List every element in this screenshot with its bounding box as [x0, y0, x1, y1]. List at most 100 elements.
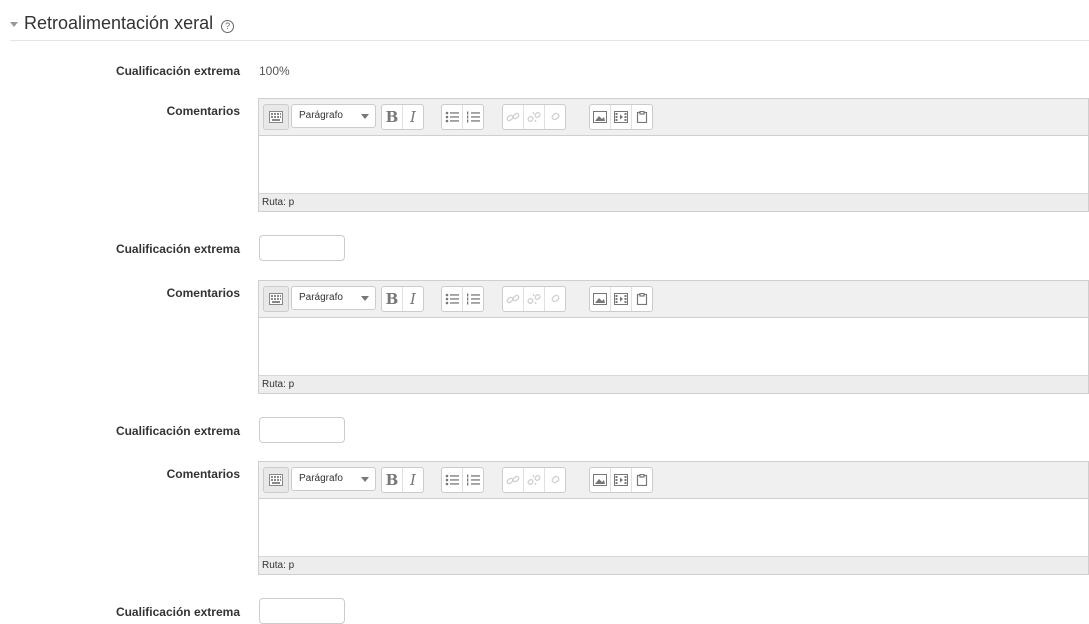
toolbar-toggle-button[interactable] [264, 105, 288, 129]
media-icon [614, 293, 628, 305]
bold-icon: B [385, 471, 399, 489]
feedback-label: Comentarios [166, 104, 240, 118]
editor-toolbar: Parágrafo B I [259, 462, 1088, 499]
link-icon [506, 112, 520, 122]
unordered-list-button[interactable] [442, 287, 463, 311]
media-icon [614, 111, 628, 123]
editor-path-bar: Ruta: p [259, 556, 1088, 574]
bold-icon: B [385, 108, 399, 126]
section-divider [10, 40, 1089, 41]
image-icon [593, 474, 607, 486]
feedback-editor[interactable]: Parágrafo B I Ruta: p [258, 461, 1089, 575]
paragraph-style-label: Parágrafo [299, 110, 343, 121]
insert-image-button[interactable] [590, 287, 611, 311]
anchor-button[interactable] [545, 287, 565, 311]
feedback-editor[interactable]: Parágrafo B I Ruta: p [258, 280, 1089, 394]
unlink-button[interactable] [524, 287, 545, 311]
editor-toolbar: Parágrafo B I [259, 99, 1088, 136]
insert-media-button[interactable] [611, 468, 632, 492]
italic-icon: I [410, 108, 416, 126]
clipboard-icon [636, 293, 648, 305]
link-button[interactable] [503, 287, 524, 311]
link-button[interactable] [503, 105, 524, 129]
image-icon [593, 293, 607, 305]
unlink-icon [527, 293, 541, 305]
toolbar-toggle-button[interactable] [264, 287, 288, 311]
insert-media-button[interactable] [611, 287, 632, 311]
media-icon [614, 474, 628, 486]
numbered-list-icon [467, 293, 480, 305]
italic-icon: I [410, 471, 416, 489]
paragraph-style-label: Parágrafo [299, 292, 343, 303]
grade-boundary-label: Cualificación extrema [115, 424, 240, 438]
manage-files-button[interactable] [632, 105, 652, 129]
feedback-label: Comentarios [166, 467, 240, 481]
chevron-down-icon [361, 477, 369, 482]
editor-path-bar: Ruta: p [259, 193, 1088, 211]
keyboard-icon [269, 111, 283, 123]
bold-icon: B [385, 290, 399, 308]
clipboard-icon [636, 474, 648, 486]
link-button[interactable] [503, 468, 524, 492]
clipboard-icon [636, 111, 648, 123]
chevron-down-icon [361, 114, 369, 119]
chevron-down-icon [361, 296, 369, 301]
keyboard-icon [269, 293, 283, 305]
unlink-icon [527, 474, 541, 486]
help-icon[interactable]: ? [221, 19, 235, 33]
insert-media-button[interactable] [611, 105, 632, 129]
editor-path-bar: Ruta: p [259, 375, 1088, 393]
feedback-label: Comentarios [166, 286, 240, 300]
unlink-icon [527, 111, 541, 123]
anchor-icon [551, 294, 560, 303]
ordered-list-button[interactable] [463, 287, 483, 311]
bullet-list-icon [445, 293, 459, 305]
manage-files-button[interactable] [632, 468, 652, 492]
unlink-button[interactable] [524, 105, 545, 129]
bold-button[interactable]: B [382, 105, 403, 129]
paragraph-style-select[interactable]: Parágrafo [291, 286, 376, 310]
italic-button[interactable]: I [403, 105, 423, 129]
italic-icon: I [410, 290, 416, 308]
grade-boundary-input[interactable] [259, 598, 345, 624]
collapse-caret-icon[interactable] [10, 21, 18, 27]
link-icon [506, 475, 520, 485]
section-header[interactable]: Retroalimentación xeral ? [10, 10, 235, 36]
editor-toolbar: Parágrafo B I [259, 281, 1088, 318]
bold-button[interactable]: B [382, 287, 403, 311]
anchor-icon [551, 475, 560, 484]
image-icon [593, 111, 607, 123]
feedback-editor[interactable]: Parágrafo B I Ruta: p [258, 98, 1089, 212]
italic-button[interactable]: I [403, 468, 423, 492]
unordered-list-button[interactable] [442, 105, 463, 129]
link-icon [506, 294, 520, 304]
ordered-list-button[interactable] [463, 468, 483, 492]
grade-boundary-label: Cualificación extrema [115, 605, 240, 619]
grade-boundary-input[interactable] [259, 235, 345, 261]
section-title: Retroalimentación xeral [24, 12, 214, 33]
anchor-button[interactable] [545, 468, 565, 492]
paragraph-style-label: Parágrafo [299, 473, 343, 484]
bold-button[interactable]: B [382, 468, 403, 492]
numbered-list-icon [467, 111, 480, 123]
unordered-list-button[interactable] [442, 468, 463, 492]
bullet-list-icon [445, 474, 459, 486]
manage-files-button[interactable] [632, 287, 652, 311]
italic-button[interactable]: I [403, 287, 423, 311]
paragraph-style-select[interactable]: Parágrafo [291, 467, 376, 491]
keyboard-icon [269, 474, 283, 486]
insert-image-button[interactable] [590, 468, 611, 492]
unlink-button[interactable] [524, 468, 545, 492]
bullet-list-icon [445, 111, 459, 123]
anchor-icon [551, 112, 560, 121]
grade-boundary-input[interactable] [259, 417, 345, 443]
grade-boundary-value: 100% [259, 64, 290, 78]
toolbar-toggle-button[interactable] [264, 468, 288, 492]
paragraph-style-select[interactable]: Parágrafo [291, 104, 376, 128]
numbered-list-icon [467, 474, 480, 486]
insert-image-button[interactable] [590, 105, 611, 129]
anchor-button[interactable] [545, 105, 565, 129]
grade-boundary-label: Cualificación extrema [115, 64, 240, 78]
grade-boundary-label: Cualificación extrema [115, 242, 240, 256]
ordered-list-button[interactable] [463, 105, 483, 129]
